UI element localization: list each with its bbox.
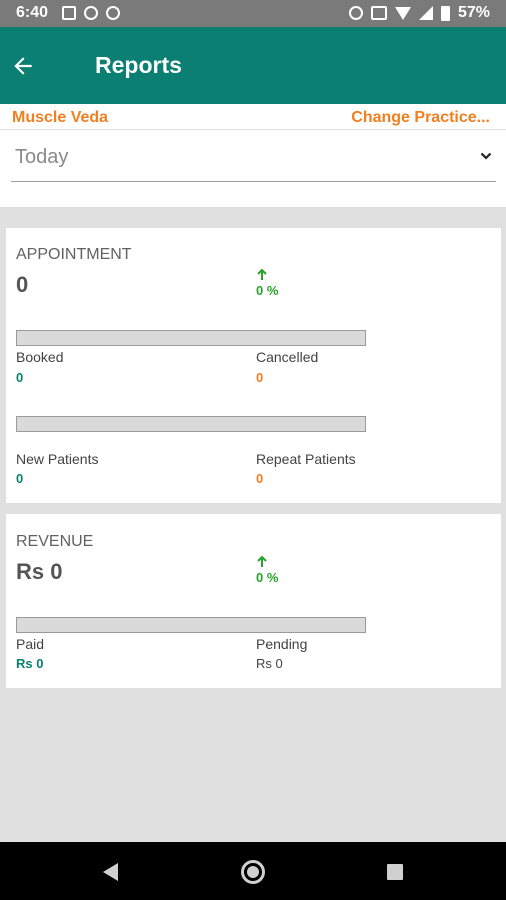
appointment-total: 0 — [16, 272, 29, 297]
system-icons: 57% — [348, 4, 490, 22]
booked-cancelled-bar — [16, 330, 366, 346]
paid-pending-bar — [16, 617, 366, 633]
revenue-title: REVENUE — [16, 533, 94, 550]
system-nav-bar — [0, 842, 506, 900]
page-title: Reports — [95, 52, 182, 78]
battery-percent: 57% — [457, 4, 490, 21]
alarm-icon — [348, 6, 363, 20]
practice-bar: Muscle Veda Change Practice... — [0, 104, 506, 130]
status-time: 6:40 — [16, 4, 49, 21]
paid-value: Rs 0 — [16, 656, 44, 671]
booked-value: 0 — [16, 370, 24, 385]
appointment-title: APPOINTMENT — [16, 246, 132, 263]
hd-icon — [370, 6, 387, 20]
revenue-total: Rs 0 — [16, 559, 63, 584]
revenue-change: 0 % — [256, 570, 279, 585]
booked-label: Booked — [16, 349, 64, 365]
new-patients-value: 0 — [16, 471, 24, 486]
period-selected-value: Today — [15, 146, 69, 168]
appointment-card: APPOINTMENT 0 0 % Booked 0 Cancelled 0 N… — [6, 228, 501, 503]
trend-up-icon — [257, 555, 267, 567]
appointment-change: 0 % — [256, 283, 279, 298]
nav-back-icon[interactable] — [103, 863, 118, 881]
new-repeat-bar — [16, 416, 366, 432]
app-bar: Reports — [0, 27, 506, 104]
notification-image-icon — [62, 6, 76, 20]
notification-icons — [62, 6, 120, 20]
wifi-icon — [394, 6, 411, 20]
paid-label: Paid — [16, 636, 45, 652]
period-select[interactable]: Today — [11, 130, 496, 182]
period-area: Today — [0, 130, 506, 207]
repeat-patients-value: 0 — [256, 471, 264, 486]
notification-sync-icon — [106, 6, 120, 20]
practice-name: Muscle Veda — [12, 109, 109, 126]
trend-up-icon — [257, 268, 267, 280]
change-practice-link[interactable]: Change Practice... — [351, 109, 490, 127]
notification-app-icon — [84, 6, 98, 20]
nav-recents-icon[interactable] — [387, 864, 403, 880]
cancelled-value: 0 — [256, 370, 264, 385]
status-bar: 6:40 57% — [0, 0, 506, 27]
chevron-down-icon — [480, 152, 492, 160]
battery-icon — [440, 5, 450, 21]
signal-icon — [418, 6, 433, 20]
nav-home-icon[interactable] — [241, 860, 265, 884]
pending-value: Rs 0 — [256, 656, 283, 671]
repeat-patients-label: Repeat Patients — [256, 451, 356, 467]
cancelled-label: Cancelled — [256, 349, 319, 365]
new-patients-label: New Patients — [16, 451, 99, 467]
pending-label: Pending — [256, 636, 308, 652]
revenue-card: REVENUE Rs 0 0 % Paid Rs 0 Pending Rs 0 — [6, 514, 501, 688]
back-arrow-icon[interactable] — [10, 53, 36, 79]
